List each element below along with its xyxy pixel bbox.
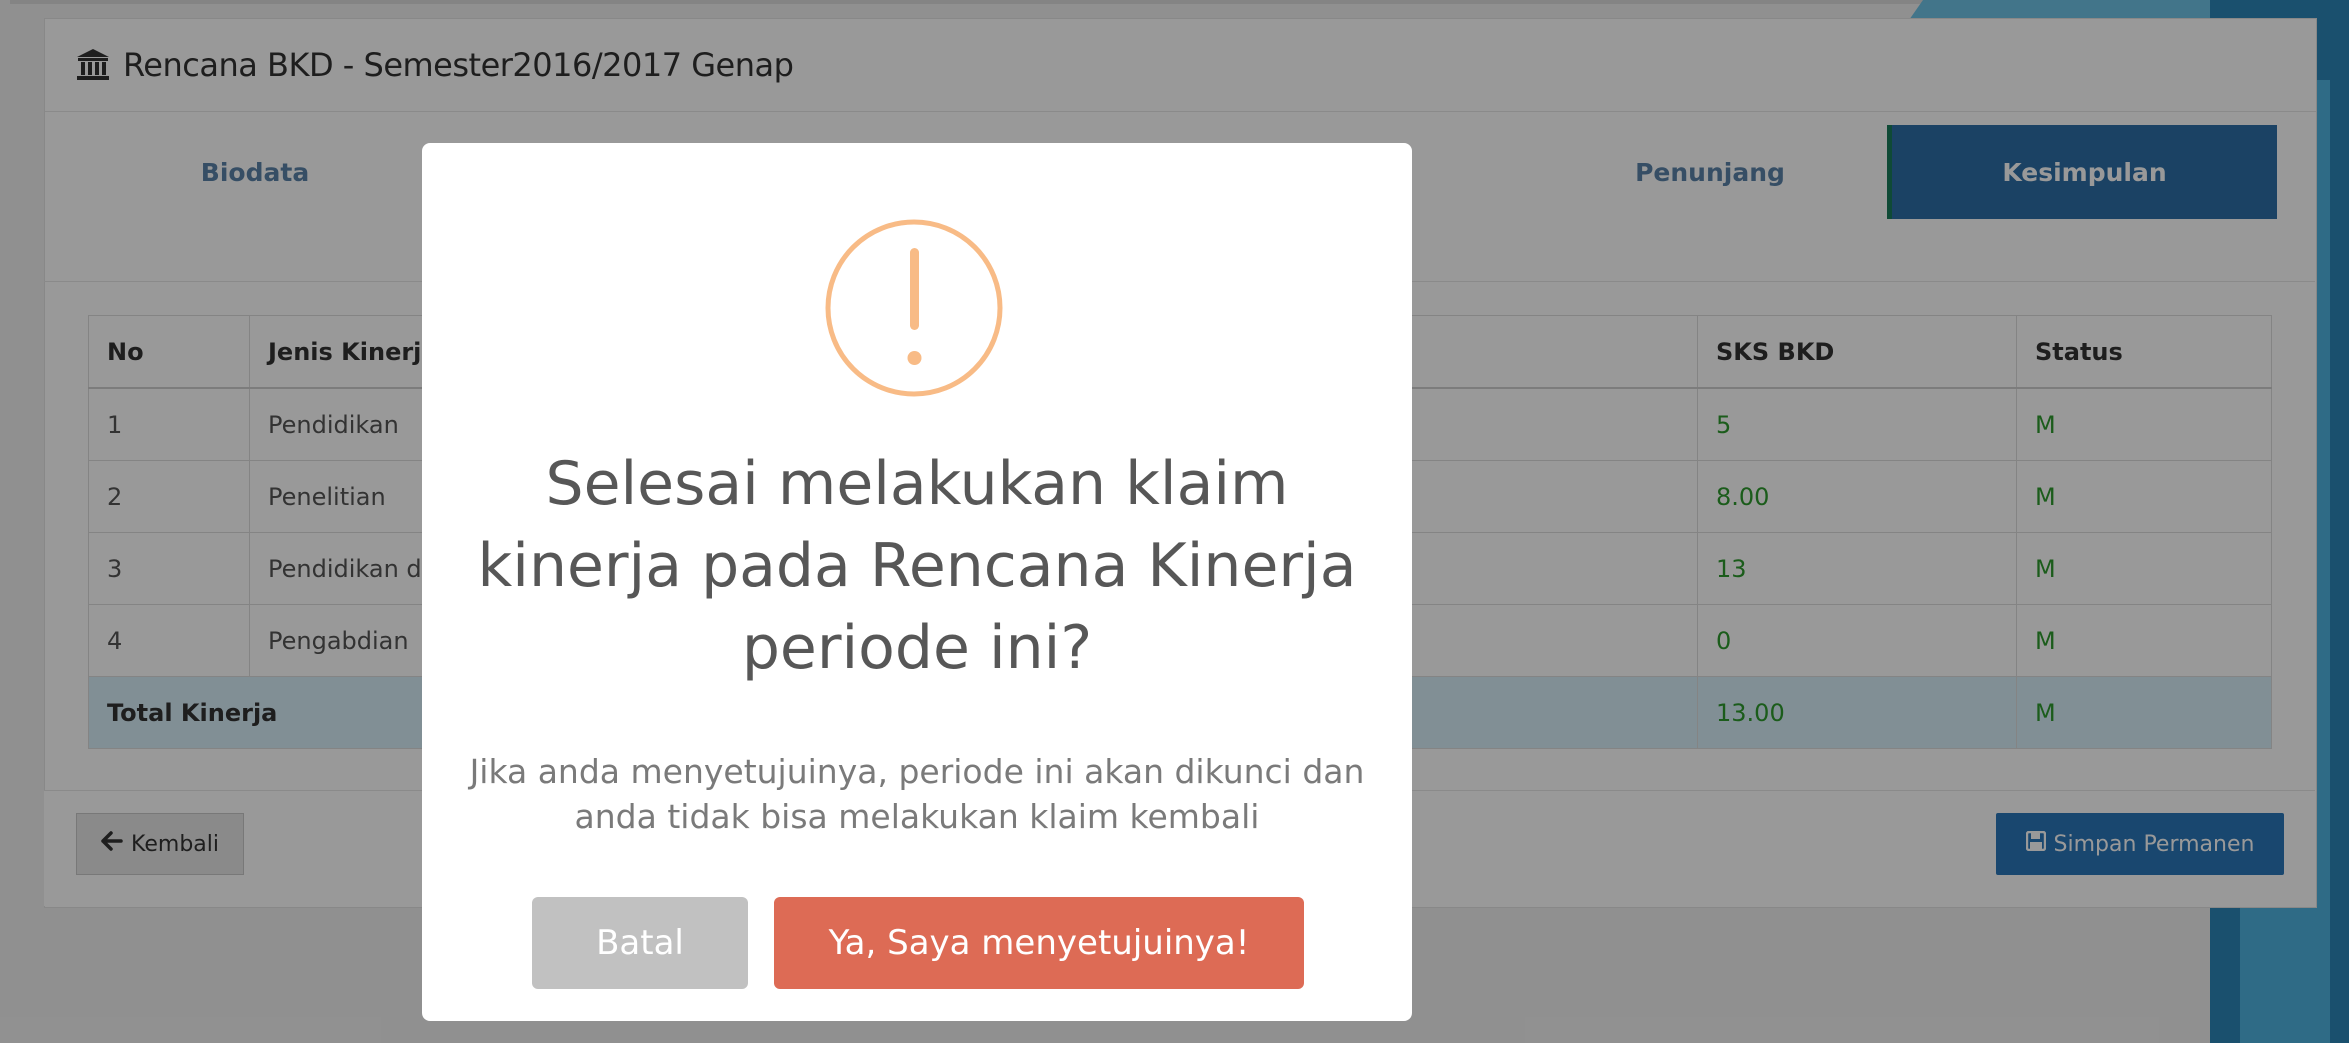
confirm-button[interactable]: Ya, Saya menyetujuinya! [774,897,1304,989]
dialog-message: Jika anda menyetujuinya, periode ini aka… [469,752,1365,836]
confirm-button-label: Ya, Saya menyetujuinya! [828,923,1250,963]
cancel-button[interactable]: Batal [532,897,748,989]
cancel-button-label: Batal [596,923,684,963]
dialog-title: Selesai melakukan klaim kinerja pada Ren… [477,449,1357,683]
warning-icon [824,218,1004,398]
confirm-dialog: Selesai melakukan klaim kinerja pada Ren… [422,143,1412,1021]
